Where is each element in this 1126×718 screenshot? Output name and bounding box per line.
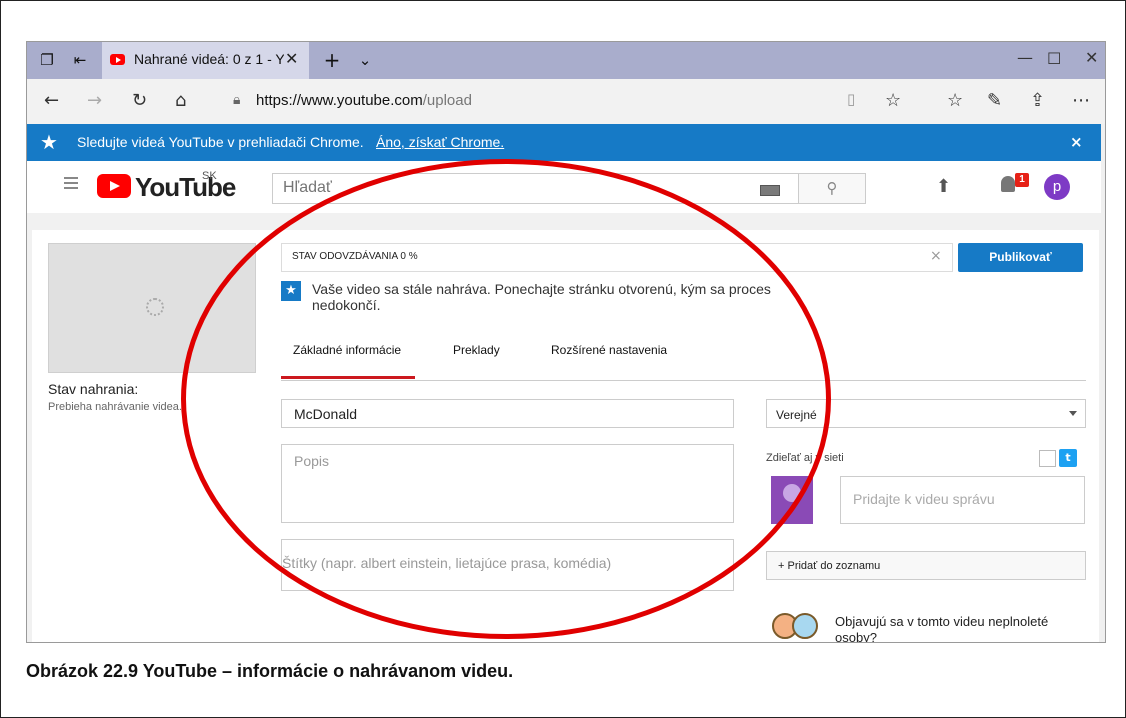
chrome-banner: ★ Sledujte videá YouTube v prehliadači C… [27, 124, 1101, 161]
region-code: SK [202, 170, 217, 182]
upload-info-message: Vaše video sa stále nahráva. Ponechajte … [312, 281, 771, 313]
share-checkbox[interactable] [1039, 450, 1056, 467]
tabs-icon[interactable]: ❐ [37, 50, 57, 70]
share-avatar [771, 476, 813, 524]
visibility-value: Verejné [776, 408, 817, 422]
tags-input[interactable]: Štítky (napr. albert einstein, lietajúce… [281, 539, 734, 591]
add-to-playlist-button[interactable]: + Pridať do zoznamu [766, 551, 1086, 580]
tab-title: Nahrané videá: 0 z 1 - Y [134, 51, 284, 67]
tab-basic-info[interactable]: Základné informácie [293, 343, 401, 357]
youtube-header: YouTube SK ⚲ ⬆ 1 p [27, 161, 1101, 213]
description-input[interactable]: Popis [281, 444, 734, 523]
search-box [272, 173, 803, 204]
forward-icon[interactable]: → [87, 90, 102, 111]
reading-view-icon[interactable]: ▯ [847, 90, 855, 108]
info-star-icon: ★ [281, 281, 301, 301]
description-placeholder: Popis [294, 453, 330, 469]
loading-spinner-icon [146, 298, 164, 316]
active-tab-indicator [281, 376, 415, 379]
maximize-icon[interactable]: ☐ [1047, 49, 1061, 68]
tab-advanced-settings[interactable]: Rozšírené nastavenia [551, 343, 667, 357]
publish-button[interactable]: Publikovať [958, 243, 1083, 272]
visibility-select[interactable]: Verejné [766, 399, 1086, 428]
refresh-icon[interactable]: ↻ [132, 90, 147, 111]
url-field[interactable]: https://www.youtube.com/upload [256, 92, 472, 109]
chevron-down-icon[interactable]: ⌄ [355, 50, 375, 70]
more-icon[interactable]: ⋯ [1072, 90, 1090, 111]
youtube-favicon-icon [110, 54, 125, 65]
url-host: https://www.youtube.com [256, 92, 423, 109]
tab-bar: ❐ ⇤ Nahrané videá: 0 z 1 - Y ✕ + ⌄ — ☐ ✕ [27, 42, 1105, 79]
title-input[interactable]: McDonald [281, 399, 734, 428]
upload-progress-bar: STAV ODOVZDÁVANIA 0 % × [281, 243, 953, 272]
cancel-upload-icon[interactable]: × [930, 248, 942, 264]
search-button[interactable]: ⚲ [798, 173, 866, 204]
hamburger-menu-icon[interactable] [64, 177, 78, 192]
upload-status-value: Prebieha nahrávanie videa. [48, 401, 182, 413]
youtube-wordmark[interactable]: YouTube [135, 172, 236, 203]
back-tab-icon[interactable]: ⇤ [70, 50, 90, 70]
star-icon: ★ [40, 130, 58, 154]
browser-tab[interactable]: Nahrané videá: 0 z 1 - Y ✕ [102, 42, 309, 79]
address-bar: ← → ↻ ⌂ 🔒︎ https://www.youtube.com/uploa… [27, 79, 1105, 125]
page-body: Stav nahrania: Prebieha nahrávanie videa… [27, 213, 1101, 642]
upload-status-label: Stav nahrania: [48, 381, 139, 397]
upload-icon[interactable]: ⬆ [936, 176, 951, 197]
dropdown-caret-icon [1069, 411, 1077, 416]
browser-screenshot: ❐ ⇤ Nahrané videá: 0 z 1 - Y ✕ + ⌄ — ☐ ✕… [26, 41, 1106, 643]
url-path: /upload [422, 92, 472, 109]
favorites-hub-icon[interactable]: ☆ [947, 90, 963, 111]
banner-close-icon[interactable]: × [1070, 133, 1083, 151]
keyboard-icon[interactable] [760, 185, 780, 196]
favorite-icon[interactable]: ☆ [885, 90, 901, 111]
scrollbar[interactable] [1101, 124, 1105, 642]
notifications-bell-icon[interactable] [1001, 176, 1015, 192]
new-tab-icon[interactable]: + [322, 50, 342, 70]
twitter-icon[interactable]: t [1059, 449, 1077, 467]
upload-tabs: Základné informácie Preklady Rozšírené n… [281, 340, 1086, 381]
tab-translations[interactable]: Preklady [453, 343, 500, 357]
figure-caption: Obrázok 22.9 YouTube – informácie o nahr… [26, 661, 514, 681]
title-value: McDonald [294, 406, 358, 422]
pen-icon[interactable]: ✎ [987, 90, 1002, 111]
minors-icon [772, 613, 820, 642]
youtube-logo-icon[interactable] [97, 174, 131, 198]
search-input[interactable] [273, 174, 753, 201]
window-close-icon[interactable]: ✕ [1085, 48, 1098, 67]
avatar[interactable]: p [1044, 174, 1070, 200]
progress-label: STAV ODOVZDÁVANIA 0 % [292, 251, 418, 262]
figure-frame: ❐ ⇤ Nahrané videá: 0 z 1 - Y ✕ + ⌄ — ☐ ✕… [0, 0, 1126, 718]
share-label: Zdieľať aj v sieti [766, 452, 844, 464]
tags-placeholder: Štítky (napr. albert einstein, lietajúce… [282, 555, 612, 571]
upload-card: Stav nahrania: Prebieha nahrávanie videa… [32, 230, 1099, 643]
tab-close-icon[interactable]: ✕ [285, 49, 298, 68]
share-message-input[interactable]: Pridajte k videu správu [840, 476, 1085, 524]
notification-badge: 1 [1015, 173, 1029, 187]
playlist-label: + Pridať do zoznamu [778, 560, 881, 572]
back-icon[interactable]: ← [44, 90, 59, 111]
video-thumbnail [48, 243, 256, 373]
get-chrome-link[interactable]: Áno, získať Chrome. [376, 134, 504, 150]
share-message-placeholder: Pridajte k videu správu [853, 491, 995, 507]
minors-question: Objavujú sa v tomto videu neplnoleté oso… [835, 614, 1049, 643]
banner-text: Sledujte videá YouTube v prehliadači Chr… [77, 134, 364, 150]
home-icon[interactable]: ⌂ [175, 90, 186, 111]
lock-icon: 🔒︎ [233, 92, 241, 108]
share-icon[interactable]: ⇪ [1030, 90, 1045, 111]
minimize-icon[interactable]: — [1017, 48, 1033, 67]
search-icon: ⚲ [826, 179, 838, 197]
